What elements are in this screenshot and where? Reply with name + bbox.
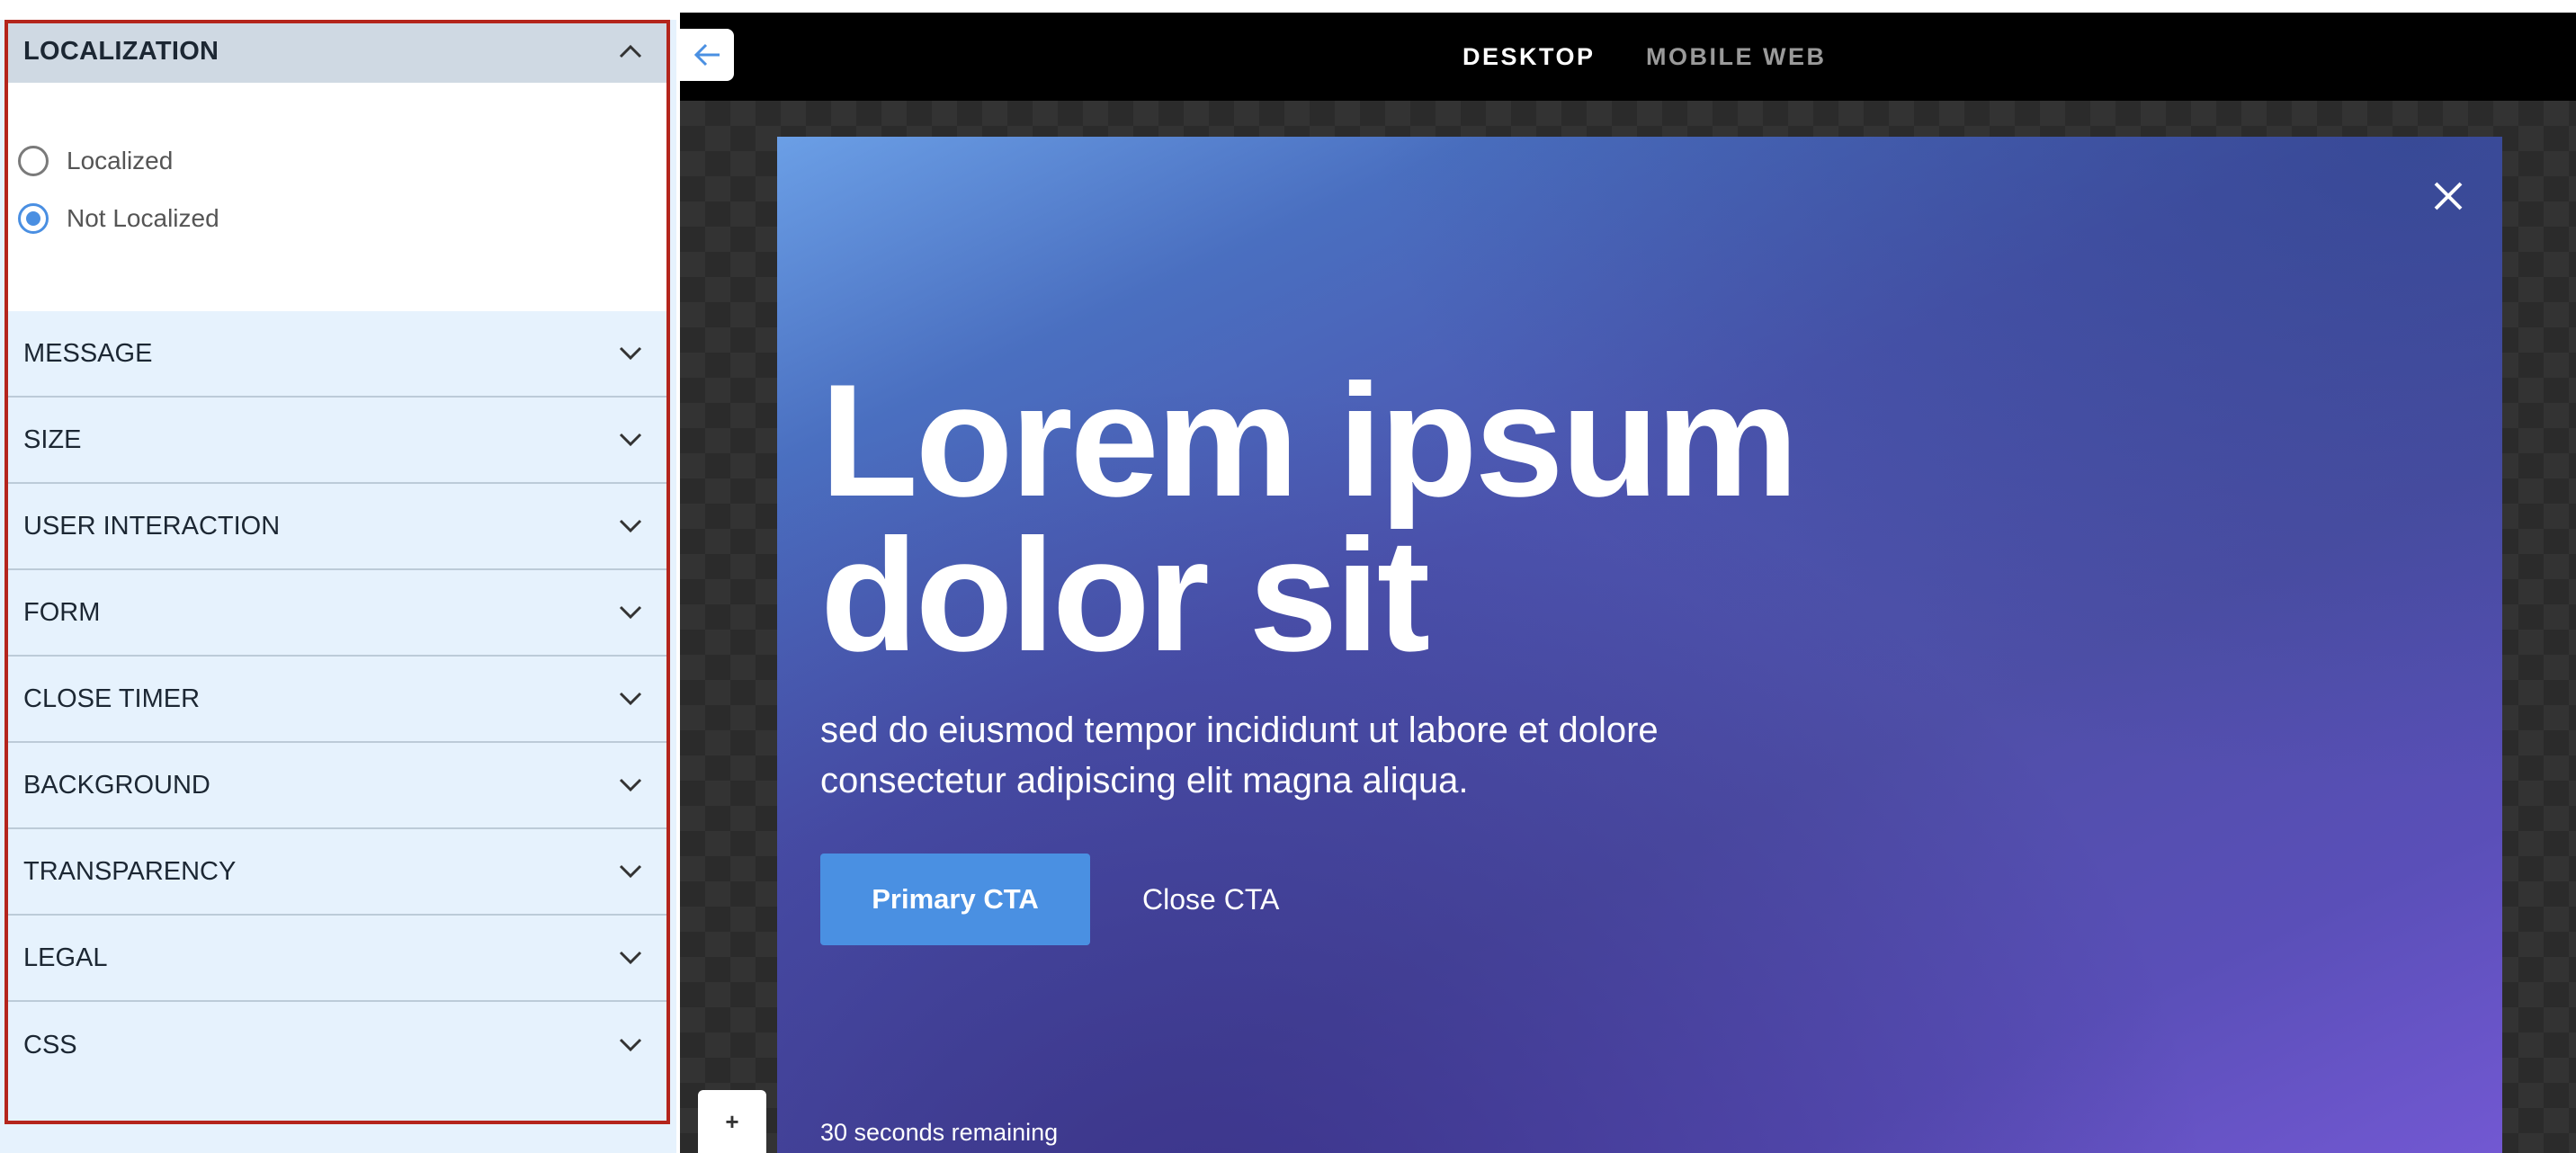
section-user-interaction[interactable]: USER INTERACTION: [8, 484, 670, 570]
preview-area: DESKTOP MOBILE WEB Lorem ipsum dolor sit…: [680, 0, 2576, 1153]
add-button[interactable]: +: [698, 1090, 766, 1153]
chevron-down-icon: [618, 427, 643, 452]
countdown-text: 30 seconds remaining: [820, 1119, 1059, 1146]
headline-line: Lorem ipsum: [820, 351, 1799, 530]
section-label: MESSAGE: [23, 338, 153, 368]
chevron-up-icon: [618, 39, 643, 64]
section-css[interactable]: CSS: [8, 1002, 670, 1088]
tab-mobile-web[interactable]: MOBILE WEB: [1646, 13, 1827, 101]
chevron-down-icon: [618, 686, 643, 711]
radio-button[interactable]: [18, 146, 49, 176]
section-label: LEGAL: [23, 943, 108, 972]
chevron-down-icon: [618, 859, 643, 884]
section-localization-label: LOCALIZATION: [23, 36, 219, 66]
chevron-down-icon: [618, 514, 643, 539]
preview-top-strip: [680, 0, 2576, 13]
section-localization-header[interactable]: LOCALIZATION: [8, 20, 670, 83]
section-form[interactable]: FORM: [8, 570, 670, 657]
close-icon[interactable]: [2430, 178, 2466, 214]
section-legal[interactable]: LEGAL: [8, 916, 670, 1002]
headline: Lorem ipsum dolor sit: [820, 361, 1900, 675]
section-background[interactable]: BACKGROUND: [8, 743, 670, 829]
section-label: CSS: [23, 1030, 77, 1059]
section-label: FORM: [23, 597, 101, 627]
section-label: TRANSPARENCY: [23, 856, 237, 886]
radio-label: Not Localized: [67, 204, 219, 232]
section-label: BACKGROUND: [23, 770, 210, 800]
tab-desktop[interactable]: DESKTOP: [1462, 13, 1596, 101]
section-size[interactable]: SIZE: [8, 398, 670, 484]
arrow-left-icon: [693, 43, 720, 67]
chevron-down-icon: [618, 945, 643, 970]
section-transparency[interactable]: TRANSPARENCY: [8, 829, 670, 916]
settings-panel: LOCALIZATION Localized Not Localized MES…: [0, 0, 676, 1153]
preview-toolbar: DESKTOP MOBILE WEB: [680, 13, 2576, 101]
section-label: CLOSE TIMER: [23, 684, 201, 713]
headline-line: dolor sit: [820, 505, 1430, 684]
chevron-down-icon: [618, 600, 643, 625]
localization-options: Localized Not Localized: [8, 83, 670, 311]
panel-top-strip: [0, 0, 676, 20]
section-close-timer[interactable]: CLOSE TIMER: [8, 657, 670, 743]
back-button[interactable]: [680, 29, 734, 81]
section-message[interactable]: MESSAGE: [8, 311, 670, 398]
chevron-down-icon: [618, 341, 643, 366]
subtext: sed do eiusmod tempor incididunt ut labo…: [820, 705, 1810, 806]
chevron-down-icon: [618, 1032, 643, 1058]
section-label: USER INTERACTION: [23, 511, 281, 541]
subtext-line: consectetur adipiscing elit magna aliqua…: [820, 761, 1469, 800]
radio-button-checked[interactable]: [18, 203, 49, 234]
chevron-down-icon: [618, 773, 643, 798]
subtext-line: sed do eiusmod tempor incididunt ut labo…: [820, 711, 1659, 750]
close-cta-link[interactable]: Close CTA: [1142, 854, 1279, 945]
primary-cta-button[interactable]: Primary CTA: [820, 854, 1090, 945]
section-label: SIZE: [23, 425, 82, 454]
radio-localized[interactable]: Localized: [18, 146, 173, 176]
radio-not-localized[interactable]: Not Localized: [18, 203, 219, 234]
popup-preview: Lorem ipsum dolor sit sed do eiusmod tem…: [777, 137, 2502, 1153]
radio-label: Localized: [67, 147, 174, 174]
